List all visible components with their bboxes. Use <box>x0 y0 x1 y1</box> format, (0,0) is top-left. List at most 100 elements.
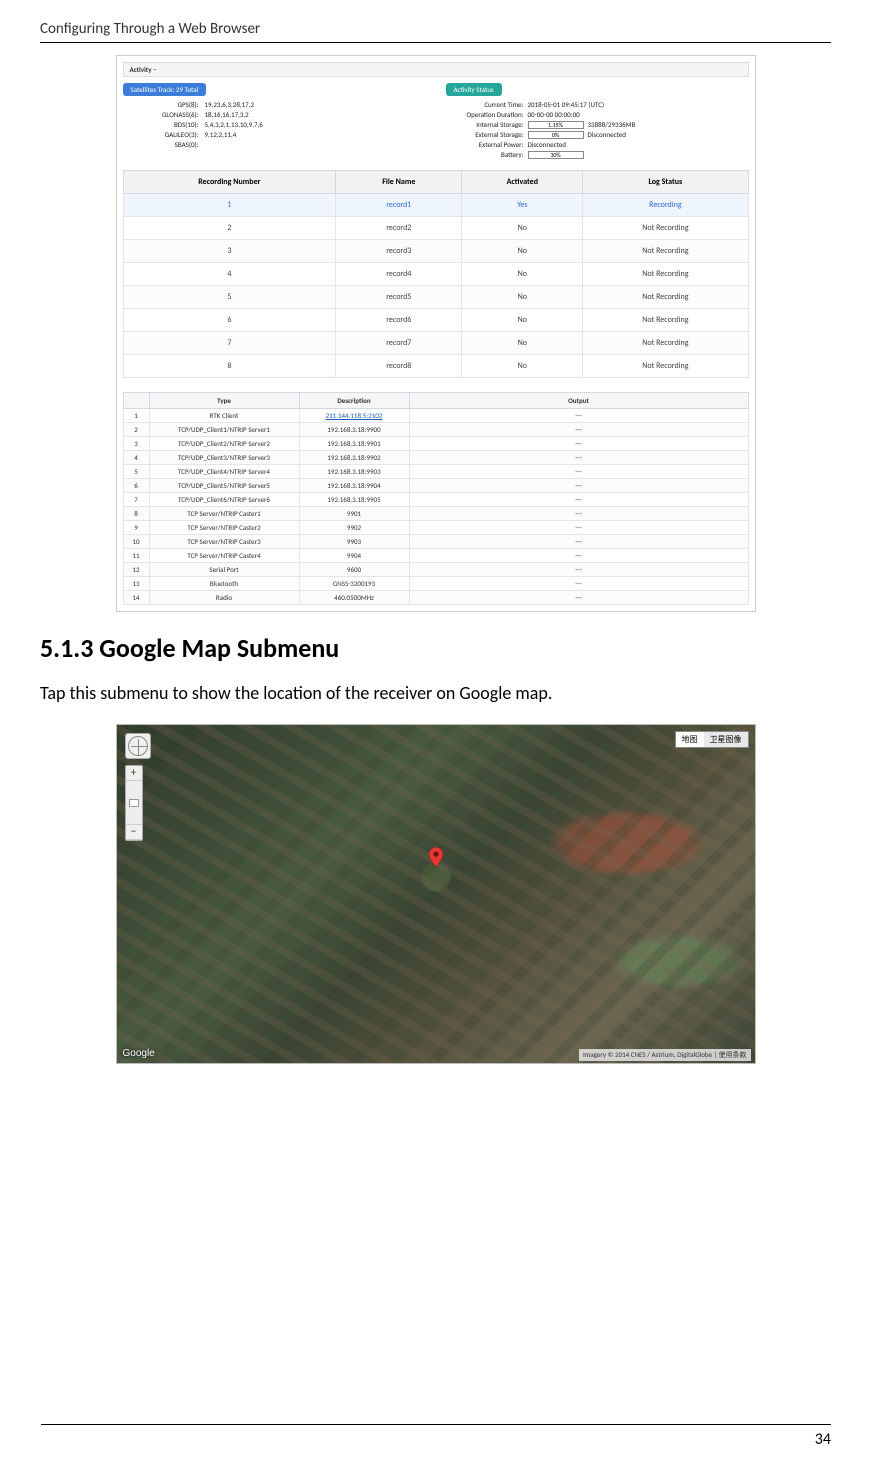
status-badge: Activity Status <box>446 83 502 96</box>
table-row: 6TCP/UDP_Client5/NTRIP Server5192.168.3.… <box>123 479 748 493</box>
activity-bar: Activity – <box>123 62 749 77</box>
table-row: 14Radio460.0500MHz--- <box>123 591 748 605</box>
sat-val: 19,23,6,3,28,17,2 <box>205 100 255 109</box>
table-cell: 13 <box>123 577 149 591</box>
map-type-toggle[interactable]: 地图 卫星图像 <box>675 731 749 748</box>
table-row: 8TCP Server/NTRIP Caster19901--- <box>123 507 748 521</box>
sat-val: 5,4,3,2,1,13,10,9,7,6 <box>205 120 263 129</box>
table-cell: 192.168.3.18:9904 <box>299 479 409 493</box>
sat-label: GLONASS(6): <box>153 110 199 119</box>
table-row: 4record4NoNot Recording <box>123 263 748 286</box>
sat-label: BDS(10): <box>153 120 199 129</box>
table-cell: 6 <box>123 479 149 493</box>
sat-label: GALILEO(3): <box>153 130 199 139</box>
table-cell: 11 <box>123 549 149 563</box>
ext-storage-note: Disconnected <box>588 130 626 139</box>
zoom-slider[interactable] <box>126 781 142 825</box>
table-cell: No <box>462 286 583 309</box>
io-th-type: Type <box>149 393 299 409</box>
table-cell: 192.168.3.18:9903 <box>299 465 409 479</box>
table-row: 7record7NoNot Recording <box>123 332 748 355</box>
table-row: 11TCP Server/NTRIP Caster49904--- <box>123 549 748 563</box>
status-panel: Activity Status Current Time:2018-05-01 … <box>446 83 749 160</box>
table-cell: 9901 <box>299 507 409 521</box>
sat-val: 9,12,2,11,4 <box>205 130 237 139</box>
table-cell: 192.168.3.18:9901 <box>299 437 409 451</box>
table-cell: --- <box>409 591 748 605</box>
current-time-label: Current Time: <box>456 100 524 109</box>
map-pan-control[interactable] <box>125 733 151 759</box>
io-th-out: Output <box>409 393 748 409</box>
table-cell: 8 <box>123 355 336 378</box>
table-cell: 5 <box>123 465 149 479</box>
table-cell: 192.168.3.18:9905 <box>299 493 409 507</box>
table-cell: TCP Server/NTRIP Caster1 <box>149 507 299 521</box>
table-cell: 3 <box>123 240 336 263</box>
table-cell: --- <box>409 507 748 521</box>
map-type-satellite[interactable]: 卫星图像 <box>704 732 748 747</box>
table-cell: --- <box>409 577 748 591</box>
table-cell: 14 <box>123 591 149 605</box>
google-map-screenshot: + − 地图 卫星图像 Google Imagery © 2014 CNES /… <box>116 724 756 1064</box>
ext-storage-bar: 0% <box>528 131 584 139</box>
zoom-in-icon[interactable]: + <box>126 766 142 781</box>
table-cell: 1 <box>123 194 336 217</box>
table-cell: --- <box>409 465 748 479</box>
io-th-desc: Description <box>299 393 409 409</box>
table-row: 12Serial Port9600--- <box>123 563 748 577</box>
table-cell: 3 <box>123 437 149 451</box>
rec-th-num: Recording Number <box>123 171 336 194</box>
table-row: 3record3NoNot Recording <box>123 240 748 263</box>
table-cell: 211.144.118.5:2102 <box>299 409 409 423</box>
table-cell: --- <box>409 563 748 577</box>
rec-th-file: File Name <box>336 171 462 194</box>
map-zoom-control[interactable]: + − <box>125 765 143 841</box>
table-cell: 6 <box>123 309 336 332</box>
table-cell: TCP/UDP_Client4/NTRIP Server4 <box>149 465 299 479</box>
table-cell: TCP/UDP_Client2/NTRIP Server2 <box>149 437 299 451</box>
table-cell: 2 <box>123 217 336 240</box>
page-number: 34 <box>815 1430 831 1449</box>
table-cell: 9904 <box>299 549 409 563</box>
table-row: 4TCP/UDP_Client3/NTRIP Server3192.168.3.… <box>123 451 748 465</box>
table-cell: 9600 <box>299 563 409 577</box>
table-cell: TCP/UDP_Client1/NTRIP Server1 <box>149 423 299 437</box>
table-row: 6record6NoNot Recording <box>123 309 748 332</box>
table-cell: Not Recording <box>583 217 748 240</box>
header-title: Configuring Through a Web Browser <box>40 20 260 38</box>
table-cell: No <box>462 355 583 378</box>
google-logo: Google <box>123 1048 155 1059</box>
int-storage-bar: 1.15% <box>528 121 584 129</box>
map-type-map[interactable]: 地图 <box>676 732 704 747</box>
table-row: 10TCP Server/NTRIP Caster39903--- <box>123 535 748 549</box>
io-th-num <box>123 393 149 409</box>
table-cell: --- <box>409 437 748 451</box>
zoom-out-icon[interactable]: − <box>126 825 142 840</box>
map-pin-icon <box>429 847 443 867</box>
table-cell: --- <box>409 521 748 535</box>
battery-label: Battery: <box>456 150 524 159</box>
activity-screenshot: Activity – Satellites Track: 29 Total GP… <box>116 55 756 612</box>
op-dur: 00-00-00 00:00:00 <box>528 110 580 119</box>
table-cell: --- <box>409 409 748 423</box>
table-cell: TCP/UDP_Client6/NTRIP Server6 <box>149 493 299 507</box>
map-attribution: Imagery © 2014 CNES / Astrium, DigitalGl… <box>579 1049 751 1061</box>
rec-th-stat: Log Status <box>583 171 748 194</box>
table-cell: Bluetooth <box>149 577 299 591</box>
status-lines: Current Time:2018-05-01 09:45:17 (UTC) O… <box>456 100 749 159</box>
table-cell: 2 <box>123 423 149 437</box>
sat-val: 18,16,16,17,3,2 <box>205 110 249 119</box>
table-cell: Not Recording <box>583 286 748 309</box>
ext-power: Disconnected <box>528 140 566 149</box>
sat-label: GPS(8): <box>153 100 199 109</box>
table-cell: Not Recording <box>583 240 748 263</box>
table-row: 2record2NoNot Recording <box>123 217 748 240</box>
rec-th-act: Activated <box>462 171 583 194</box>
table-cell: record3 <box>336 240 462 263</box>
table-cell: --- <box>409 535 748 549</box>
table-cell: TCP Server/NTRIP Caster3 <box>149 535 299 549</box>
sat-label: SBAS(0): <box>153 140 199 149</box>
table-cell: TCP/UDP_Client3/NTRIP Server3 <box>149 451 299 465</box>
table-cell: 7 <box>123 332 336 355</box>
satellites-panel: Satellites Track: 29 Total GPS(8):19,23,… <box>123 83 426 160</box>
